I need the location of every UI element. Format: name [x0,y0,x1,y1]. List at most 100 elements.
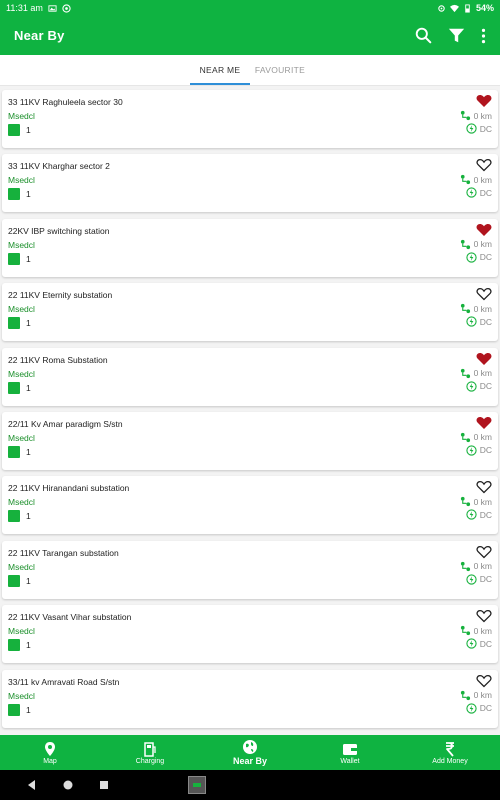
station-operator: Msedcl [8,175,35,186]
nav-near-by[interactable]: Near By [200,735,300,770]
page-title: Near By [14,28,65,43]
connector-count: 1 [26,125,31,135]
plug-icon [466,509,477,520]
station-card[interactable]: 22 11KV Tarangan substation Msedcl 1 0 km DC [2,540,498,599]
station-card[interactable]: 33 11KV Kharghar sector 2 Msedcl 1 0 km DC [2,154,498,213]
system-navigation-bar [0,770,500,800]
plug-icon [466,187,477,199]
wallet-icon [342,741,358,757]
connector-square-icon [8,510,20,523]
station-distance: 0 km [473,303,492,314]
filter-button[interactable] [448,27,465,44]
wifi-icon [449,4,459,13]
nav-wallet[interactable]: Wallet [300,735,400,770]
charger-type: DC [479,252,492,263]
plug-icon [466,316,477,327]
favourite-button[interactable] [476,674,492,688]
back-triangle-icon [28,780,35,790]
station-operator: Msedcl [8,432,35,443]
connector-square-icon [8,445,20,458]
connector-count: 1 [26,253,31,264]
globe-icon [242,739,258,755]
more-options-button[interactable] [481,28,486,44]
connector-square-icon [8,317,20,330]
station-distance: 0 km [473,110,492,121]
station-card[interactable]: 22 11KV Hiranandani substation Msedcl 1 0 k… [2,476,498,535]
heart-outline-icon [476,158,492,172]
station-card[interactable]: 22 11KV Eternity substation Msedcl 1 0 km DC [2,283,498,342]
connector-count: 1 [26,511,31,522]
station-name: 33 11KV Kharghar sector 2 [8,161,110,172]
status-time: 11:31 am [6,3,43,13]
nav-map-label: Map [43,757,57,765]
plug-icon [466,380,477,392]
heart-filled-icon [476,416,492,430]
battery-icon [463,3,472,13]
bottom-navigation: Map Charging Near By Wallet Add Money [0,735,500,770]
favourite-button[interactable] [476,545,492,559]
recents-square-icon [100,781,108,789]
route-icon [460,561,471,572]
route-icon [460,432,471,443]
station-list[interactable]: 33 11KV Raghuleela sector 30 Msedcl 1 0 km D… [0,88,500,734]
plug-icon [466,445,477,456]
station-card[interactable]: 33 11KV Raghuleela sector 30 Msedcl 1 0 km D… [2,90,498,148]
station-name: 33/11 kv Amravati Road S/stn [8,676,120,687]
station-card[interactable]: 22/11 Kv Amar paradigm S/stn Msedcl 1 0 km D… [2,411,498,470]
heart-filled-icon [476,94,492,108]
recents-button[interactable] [98,779,110,791]
station-card[interactable]: 22 11KV Roma Substation Msedcl 1 0 km DC [2,347,498,406]
favourite-button[interactable] [476,480,492,494]
filter-icon [448,28,465,43]
favourite-button[interactable] [476,352,492,366]
app-switch-thumbnail[interactable] [188,776,206,794]
station-operator: Msedcl [8,304,35,315]
plug-icon [466,702,477,714]
photo-notification-icon [48,4,57,13]
favourite-button[interactable] [476,223,492,237]
station-operator: Msedcl [8,497,35,508]
connector-square-icon [8,188,20,201]
station-name: 22 11KV Vasant Vihar substation [8,612,132,623]
station-distance: 0 km [473,432,492,443]
station-card[interactable]: 22 11KV Vasant Vihar substation Msedcl 1 0 … [2,605,498,664]
charger-type: DC [479,445,492,456]
favourite-button[interactable] [476,609,492,623]
station-card[interactable]: 22KV IBP switching station Msedcl 1 0 km DC [2,218,498,277]
nav-charging[interactable]: Charging [100,735,200,770]
route-icon [460,368,471,379]
favourite-button[interactable] [476,94,492,108]
station-distance: 0 km [473,368,492,379]
back-button[interactable] [26,779,38,791]
plug-icon [466,123,477,134]
home-button[interactable] [62,779,74,791]
nav-map[interactable]: Map [0,735,100,770]
station-operator: Msedcl [8,368,35,379]
nav-add-money[interactable]: Add Money [400,735,500,770]
heart-outline-icon [476,609,492,623]
more-vert-icon [481,28,486,43]
charger-type: DC [479,316,492,327]
station-name: 22KV IBP switching station [8,225,110,236]
charger-type: DC [479,123,492,134]
map-pin-icon [42,741,58,757]
heart-filled-icon [476,352,492,366]
connector-square-icon [8,252,20,265]
station-card[interactable]: 33/11 kv Amravati Road S/stn Msedcl 1 0 km D… [2,669,498,728]
station-distance: 0 km [473,561,492,572]
charger-type: DC [479,638,492,649]
route-icon [460,496,471,507]
charger-type: DC [479,381,492,392]
route-icon [460,110,471,121]
favourite-button[interactable] [476,287,492,301]
search-button[interactable] [415,27,432,44]
favourite-button[interactable] [476,416,492,430]
connector-count: 1 [26,318,31,329]
station-operator: Msedcl [8,239,35,250]
tab-near-me[interactable]: NEAR ME [190,55,250,85]
tab-favourite[interactable]: FAVOURITE [250,55,310,85]
connector-square-icon [8,381,20,394]
favourite-button[interactable] [476,158,492,172]
charger-type: DC [479,703,492,714]
station-name: 22 11KV Hiranandani substation [8,483,130,494]
